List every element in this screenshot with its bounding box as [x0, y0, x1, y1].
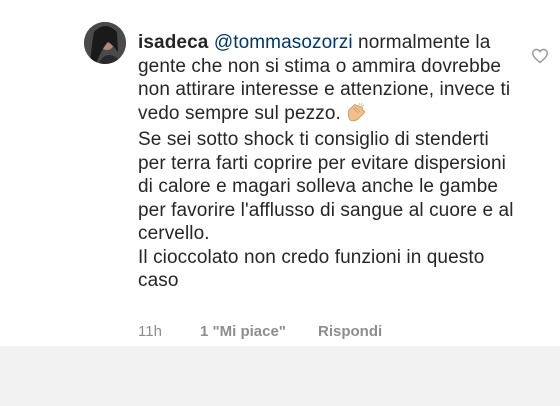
- comment-text-part2: Se sei sotto shock ti consiglio di stend…: [138, 129, 514, 244]
- avatar-image: [84, 22, 126, 64]
- likes-count[interactable]: 1 "Mi piace": [200, 323, 318, 340]
- reply-button[interactable]: Rispondi: [318, 323, 382, 340]
- comment-item: isadeca @tommasozorzi normalmente la gen…: [0, 0, 560, 346]
- like-heart-icon[interactable]: [531, 48, 549, 64]
- mention-link[interactable]: @tommasozorzi: [214, 32, 353, 53]
- comment-body: isadeca @tommasozorzi normalmente la gen…: [138, 31, 518, 293]
- bottom-background: [0, 346, 560, 406]
- avatar[interactable]: [84, 22, 126, 64]
- clapping-hands-icon: [345, 102, 367, 129]
- comment-meta: 11h 1 "Mi piace" Rispondi: [138, 323, 382, 340]
- comment-username[interactable]: isadeca: [138, 32, 208, 53]
- comment-time: 11h: [138, 323, 162, 340]
- comment-text-part3: Il cioccolato non credo funzioni in ques…: [138, 246, 485, 292]
